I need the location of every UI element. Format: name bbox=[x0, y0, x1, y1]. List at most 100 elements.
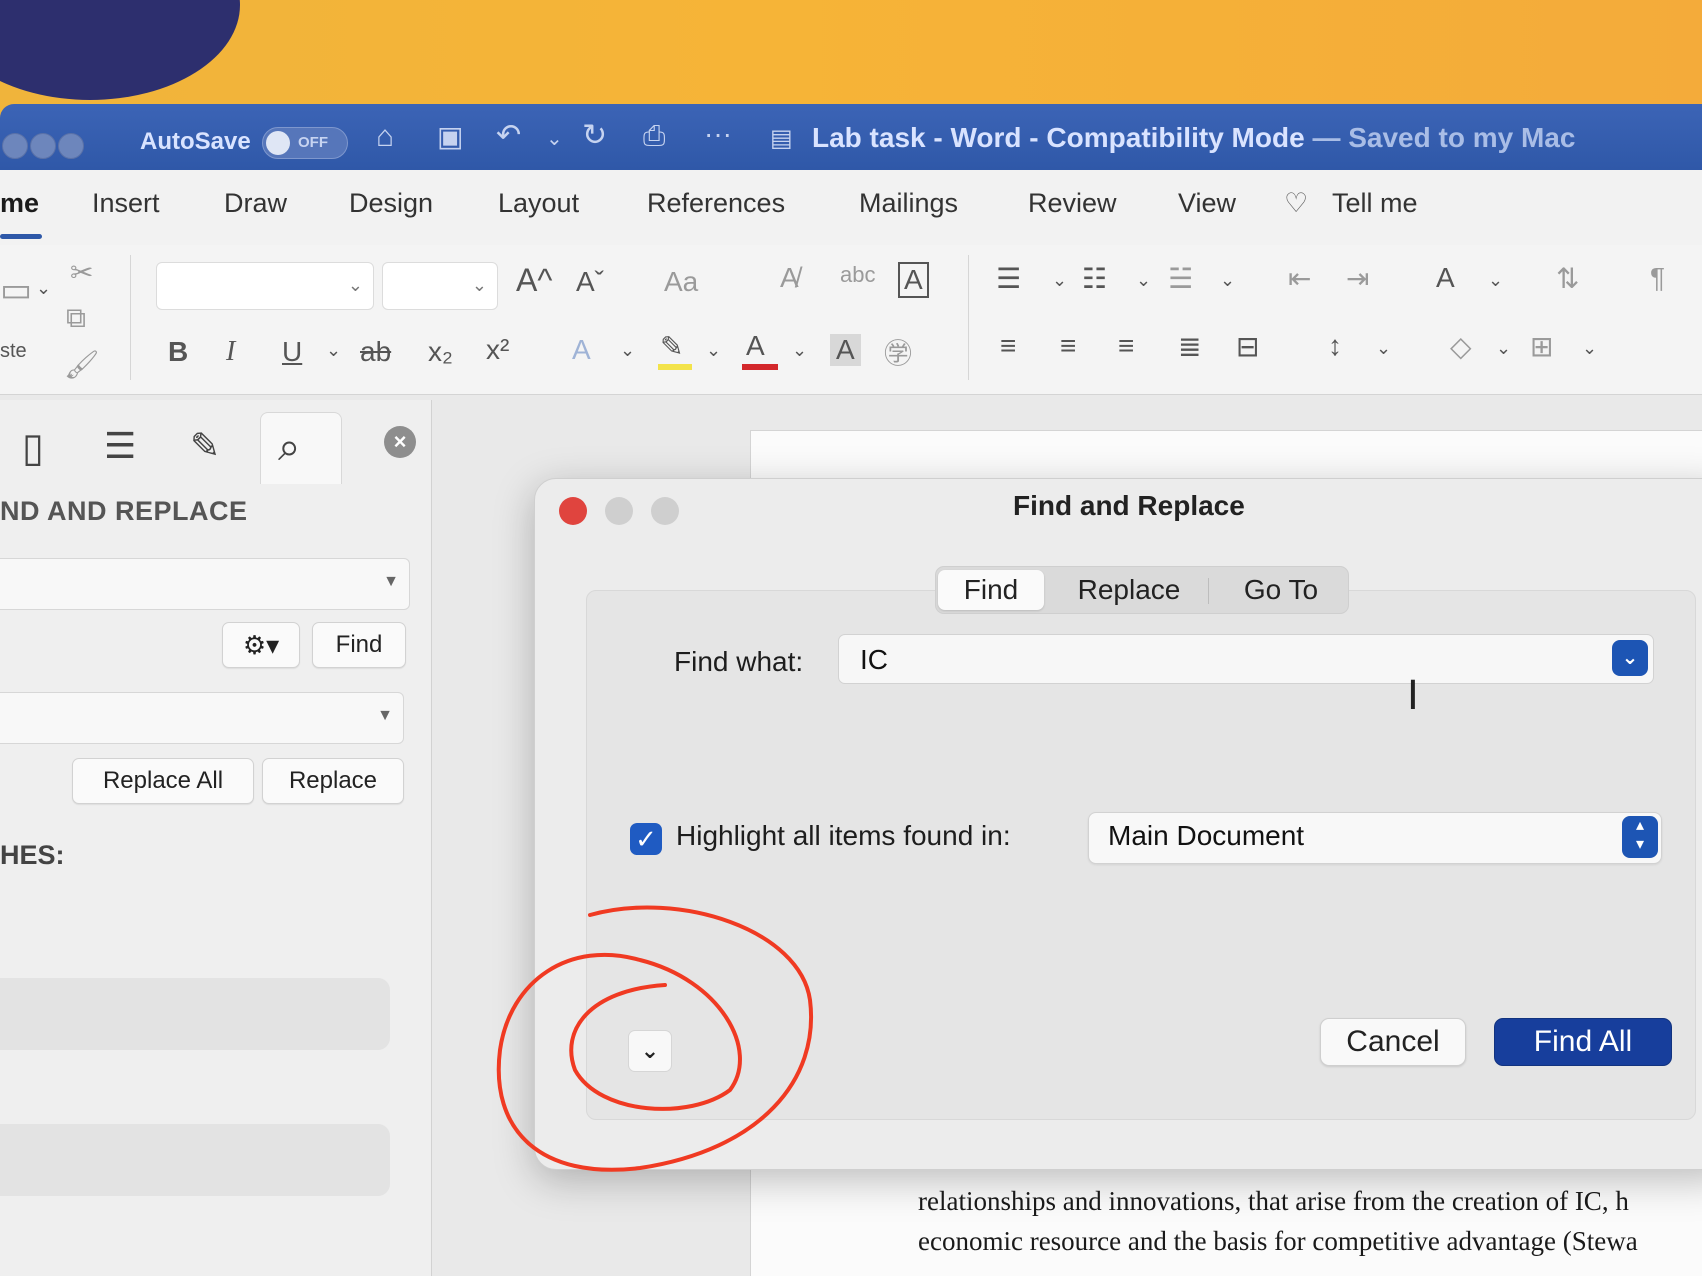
strikethrough-button[interactable]: ab bbox=[360, 336, 391, 368]
tab-go-to[interactable]: Go To bbox=[1222, 570, 1340, 610]
text-effects-icon[interactable]: A bbox=[572, 334, 591, 366]
nav-search-input[interactable]: ▼ bbox=[0, 558, 410, 610]
font-name-box[interactable]: ⌄ bbox=[156, 262, 374, 310]
edit-notes-icon[interactable]: ✎ bbox=[190, 425, 220, 467]
font-size-box[interactable]: ⌄ bbox=[382, 262, 498, 310]
multilevel-dropdown-icon[interactable]: ⌄ bbox=[1220, 270, 1235, 291]
enclose-characters-icon[interactable]: ㊫ bbox=[884, 332, 912, 372]
copy-icon[interactable]: ⧉ bbox=[66, 302, 86, 335]
find-history-dropdown-icon[interactable]: ⌄ bbox=[1612, 640, 1648, 676]
replace-all-button[interactable]: Replace All bbox=[72, 758, 254, 804]
pages-icon[interactable]: ▯ bbox=[22, 425, 44, 471]
settings-gear-button[interactable]: ⚙▾ bbox=[222, 622, 300, 668]
redo-icon[interactable]: ↻ bbox=[582, 118, 607, 153]
tab-home[interactable]: me bbox=[0, 188, 39, 219]
underline-button[interactable]: U bbox=[282, 336, 302, 368]
tab-view[interactable]: View bbox=[1178, 188, 1236, 219]
justify-icon[interactable]: ≣ bbox=[1178, 330, 1201, 363]
line-spacing-icon[interactable]: ↕ bbox=[1328, 330, 1342, 362]
search-tab[interactable] bbox=[260, 412, 342, 484]
subscript-button[interactable]: x₂ bbox=[428, 336, 453, 368]
shading-dropdown-icon[interactable]: ⌄ bbox=[1496, 338, 1511, 359]
borders-dropdown-icon[interactable]: ⌄ bbox=[1582, 338, 1597, 359]
nav-replace-input[interactable]: ▼ bbox=[0, 692, 404, 744]
find-what-input[interactable] bbox=[838, 634, 1654, 684]
tab-replace[interactable]: Replace bbox=[1066, 570, 1192, 610]
highlight-dropdown-icon[interactable]: ⌄ bbox=[706, 340, 721, 361]
shading-icon[interactable]: ◇ bbox=[1450, 330, 1472, 363]
undo-icon[interactable]: ↶ bbox=[496, 118, 521, 153]
borders-icon[interactable]: ⊞ bbox=[1530, 330, 1553, 363]
distributed-icon[interactable]: ⊟ bbox=[1236, 330, 1259, 363]
autosave-toggle[interactable]: OFF bbox=[262, 127, 348, 159]
decrease-indent-icon[interactable]: ⇤ bbox=[1288, 262, 1311, 295]
highlight-checkbox[interactable]: ✓ bbox=[630, 823, 662, 855]
find-all-button[interactable]: Find All bbox=[1494, 1018, 1672, 1066]
dialog-close-button[interactable] bbox=[559, 497, 587, 525]
outline-icon[interactable]: ☰ bbox=[104, 425, 136, 467]
undo-dropdown-icon[interactable]: ⌄ bbox=[546, 126, 563, 151]
paste-dropdown-icon[interactable]: ⌄ bbox=[36, 278, 51, 299]
window-close-dot[interactable] bbox=[2, 133, 28, 159]
cut-icon[interactable]: ✂ bbox=[70, 256, 93, 289]
save-icon[interactable]: ▣ bbox=[437, 120, 463, 153]
nav-find-button[interactable]: Find bbox=[312, 622, 406, 668]
tab-design[interactable]: Design bbox=[349, 188, 433, 219]
window-zoom-dot[interactable] bbox=[58, 133, 84, 159]
home-icon[interactable]: ⌂ bbox=[376, 120, 394, 154]
match-result-item[interactable] bbox=[0, 1124, 390, 1196]
match-result-item[interactable] bbox=[0, 978, 390, 1050]
print-icon[interactable]: ⎙ bbox=[643, 120, 665, 153]
format-painter-icon[interactable]: 🖌 bbox=[64, 348, 100, 381]
text-effects-abc-icon[interactable]: abc bbox=[840, 262, 875, 288]
superscript-button[interactable]: x² bbox=[486, 334, 509, 366]
align-center-icon[interactable]: ≡ bbox=[1060, 330, 1076, 362]
highlighter-icon[interactable]: ✎ bbox=[660, 330, 683, 363]
tab-references[interactable]: References bbox=[647, 188, 785, 219]
updown-chevron-icon[interactable]: ▴ ▾ bbox=[1622, 816, 1658, 858]
character-border-icon[interactable]: A bbox=[898, 262, 929, 298]
line-spacing-dropdown-icon[interactable]: ⌄ bbox=[1376, 338, 1391, 359]
change-case-button[interactable]: Aa bbox=[664, 266, 698, 298]
align-left-icon[interactable]: ≡ bbox=[1000, 330, 1016, 362]
text-direction-dropdown-icon[interactable]: ⌄ bbox=[1488, 270, 1503, 291]
more-icon[interactable]: ··· bbox=[704, 118, 732, 150]
bold-button[interactable]: B bbox=[168, 336, 188, 368]
numbering-dropdown-icon[interactable]: ⌄ bbox=[1136, 270, 1151, 291]
font-color-button[interactable]: A bbox=[746, 330, 765, 362]
close-pane-icon[interactable]: × bbox=[384, 426, 416, 458]
underline-dropdown-icon[interactable]: ⌄ bbox=[326, 340, 341, 361]
bullets-dropdown-icon[interactable]: ⌄ bbox=[1052, 270, 1067, 291]
text-direction-icon[interactable]: A bbox=[1436, 262, 1455, 294]
paste-icon[interactable]: ▭ bbox=[0, 270, 32, 310]
clear-formatting-icon[interactable]: A̸ bbox=[780, 262, 799, 294]
tab-insert[interactable]: Insert bbox=[92, 188, 160, 219]
font-color-dropdown-icon[interactable]: ⌄ bbox=[792, 340, 807, 361]
dialog-title: Find and Replace bbox=[1013, 490, 1245, 521]
cancel-button[interactable]: Cancel bbox=[1320, 1018, 1466, 1066]
ribbon-separator bbox=[130, 255, 131, 380]
tab-tell-me[interactable]: Tell me bbox=[1332, 188, 1418, 219]
bullets-icon[interactable]: ☰ bbox=[996, 262, 1021, 295]
tab-find[interactable]: Find bbox=[938, 570, 1044, 610]
increase-indent-icon[interactable]: ⇥ bbox=[1346, 262, 1369, 295]
sort-icon[interactable]: ⇅ bbox=[1556, 262, 1579, 295]
document-line: economic resource and the basis for comp… bbox=[918, 1226, 1638, 1256]
tab-review[interactable]: Review bbox=[1028, 188, 1117, 219]
grow-font-button[interactable]: A^ bbox=[516, 262, 552, 299]
italic-button[interactable]: I bbox=[226, 336, 235, 368]
expand-options-button[interactable]: ⌄ bbox=[628, 1030, 672, 1072]
numbering-icon[interactable]: ☷ bbox=[1082, 262, 1107, 295]
text-effects-dropdown-icon[interactable]: ⌄ bbox=[620, 340, 635, 361]
tab-draw[interactable]: Draw bbox=[224, 188, 287, 219]
shrink-font-button[interactable]: Aˇ bbox=[576, 266, 604, 298]
replace-button[interactable]: Replace bbox=[262, 758, 404, 804]
multilevel-list-icon[interactable]: ☱ bbox=[1168, 262, 1193, 295]
tab-mailings[interactable]: Mailings bbox=[859, 188, 958, 219]
align-right-icon[interactable]: ≡ bbox=[1118, 330, 1134, 362]
character-shading-button[interactable]: A bbox=[830, 334, 861, 366]
window-minimize-dot[interactable] bbox=[30, 133, 56, 159]
dropdown-arrow-icon: ▼ bbox=[383, 573, 399, 590]
show-formatting-button[interactable]: ¶ bbox=[1650, 262, 1665, 294]
tab-layout[interactable]: Layout bbox=[498, 188, 579, 219]
